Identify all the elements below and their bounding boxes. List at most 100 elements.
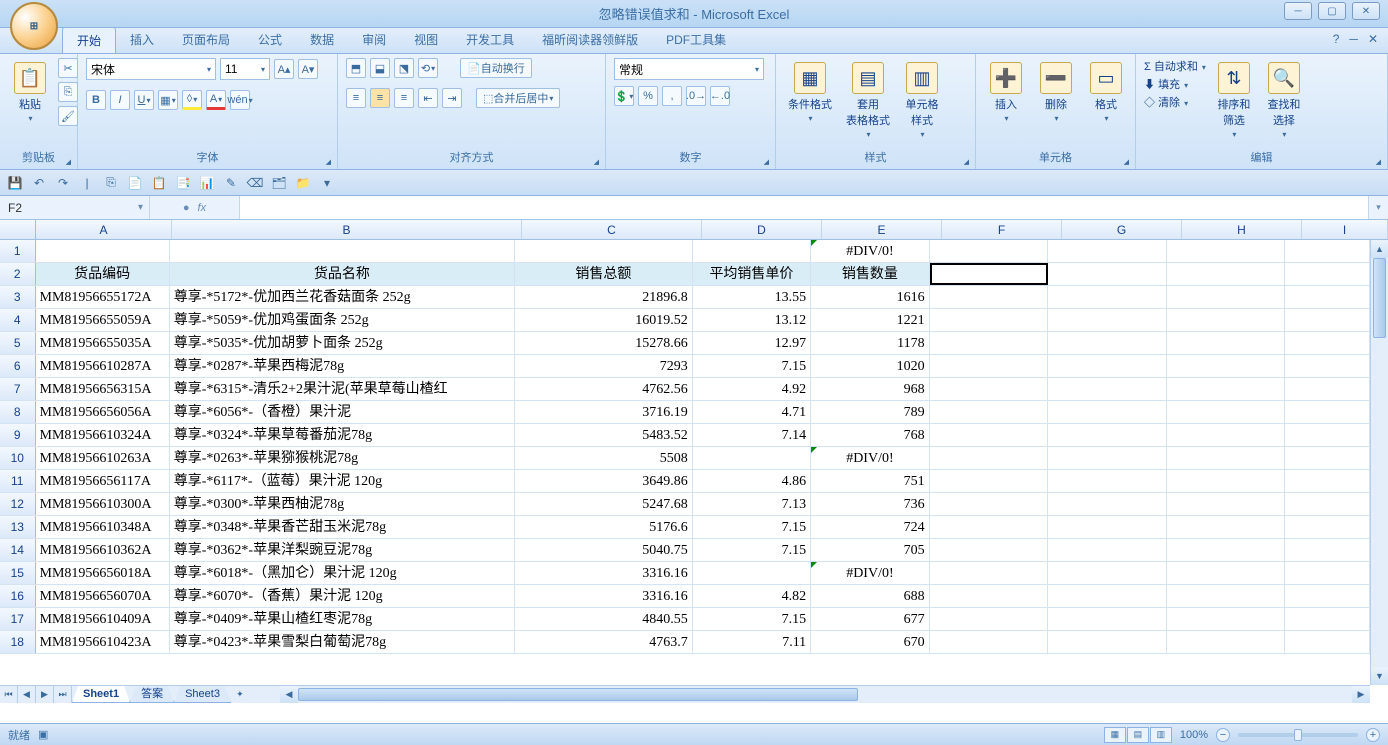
- cell-D5[interactable]: 12.97: [693, 332, 811, 354]
- row-header-12[interactable]: 12: [0, 493, 36, 515]
- cell-A2[interactable]: 货品编码: [36, 263, 170, 285]
- cell-E13[interactable]: 724: [811, 516, 929, 538]
- cell-G16[interactable]: [1048, 585, 1166, 607]
- close-button[interactable]: ✕: [1352, 2, 1380, 20]
- cell-F4[interactable]: [930, 309, 1048, 331]
- font-size-select[interactable]: 11▾: [220, 58, 270, 80]
- align-top-icon[interactable]: ⬒: [346, 58, 366, 78]
- cell-A5[interactable]: MM81956655035A: [36, 332, 170, 354]
- row-header-4[interactable]: 4: [0, 309, 36, 331]
- cell-I10[interactable]: [1285, 447, 1370, 469]
- cell-B12[interactable]: 尊享-*0300*-苹果西柚泥78g: [170, 493, 515, 515]
- cell-H13[interactable]: [1167, 516, 1285, 538]
- cell-C14[interactable]: 5040.75: [515, 539, 693, 561]
- cell-B18[interactable]: 尊享-*0423*-苹果雪梨白葡萄泥78g: [170, 631, 515, 653]
- cell-B13[interactable]: 尊享-*0348*-苹果香芒甜玉米泥78g: [170, 516, 515, 538]
- formula-expand-icon[interactable]: ▾: [1368, 196, 1388, 219]
- cell-F11[interactable]: [930, 470, 1048, 492]
- row-header-1[interactable]: 1: [0, 240, 36, 262]
- sheet-first-button[interactable]: ⏮: [0, 686, 18, 704]
- cell-H6[interactable]: [1167, 355, 1285, 377]
- cell-C10[interactable]: 5508: [515, 447, 693, 469]
- column-header-D[interactable]: D: [702, 220, 822, 239]
- cell-C7[interactable]: 4762.56: [515, 378, 693, 400]
- row-header-13[interactable]: 13: [0, 516, 36, 538]
- scroll-up-button[interactable]: ▲: [1371, 240, 1388, 258]
- cell-G15[interactable]: [1048, 562, 1166, 584]
- cell-G6[interactable]: [1048, 355, 1166, 377]
- cut-icon[interactable]: ✂: [58, 58, 78, 78]
- cell-C3[interactable]: 21896.8: [515, 286, 693, 308]
- merge-center-button[interactable]: ⬚ 合并后居中▾: [476, 88, 560, 108]
- phonetic-button[interactable]: wén▾: [230, 90, 250, 110]
- cell-H17[interactable]: [1167, 608, 1285, 630]
- cell-E2[interactable]: 销售数量: [811, 263, 929, 285]
- cell-E9[interactable]: 768: [811, 424, 929, 446]
- row-header-5[interactable]: 5: [0, 332, 36, 354]
- formula-input[interactable]: [240, 196, 1368, 219]
- cell-F1[interactable]: [930, 240, 1048, 262]
- cell-D1[interactable]: [693, 240, 811, 262]
- cell-D4[interactable]: 13.12: [693, 309, 811, 331]
- page-break-view-button[interactable]: ▥: [1150, 727, 1172, 743]
- cell-D6[interactable]: 7.15: [693, 355, 811, 377]
- decrease-font-icon[interactable]: A▾: [298, 59, 318, 79]
- cell-C5[interactable]: 15278.66: [515, 332, 693, 354]
- row-header-10[interactable]: 10: [0, 447, 36, 469]
- cell-F6[interactable]: [930, 355, 1048, 377]
- cell-A7[interactable]: MM81956656315A: [36, 378, 170, 400]
- fill-color-button[interactable]: ◊▾: [182, 90, 202, 110]
- font-name-select[interactable]: 宋体▾: [86, 58, 216, 80]
- find-select-button[interactable]: 🔍查找和 选择▾: [1262, 58, 1306, 143]
- cell-E1[interactable]: #DIV/0!: [811, 240, 929, 262]
- cell-H8[interactable]: [1167, 401, 1285, 423]
- cell-D17[interactable]: 7.15: [693, 608, 811, 630]
- row-header-9[interactable]: 9: [0, 424, 36, 446]
- cell-B9[interactable]: 尊享-*0324*-苹果草莓番茄泥78g: [170, 424, 515, 446]
- format-painter-icon[interactable]: 🖌: [58, 106, 78, 126]
- cell-D15[interactable]: [693, 562, 811, 584]
- cell-H7[interactable]: [1167, 378, 1285, 400]
- cell-E8[interactable]: 789: [811, 401, 929, 423]
- cell-F8[interactable]: [930, 401, 1048, 423]
- qat-icon-6[interactable]: ✎: [222, 174, 240, 192]
- cell-G11[interactable]: [1048, 470, 1166, 492]
- cell-I12[interactable]: [1285, 493, 1370, 515]
- tab-8[interactable]: 福昕阅读器领鲜版: [528, 27, 652, 53]
- format-table-button[interactable]: ▤套用 表格格式▾: [842, 58, 894, 143]
- cell-I15[interactable]: [1285, 562, 1370, 584]
- tab-3[interactable]: 公式: [244, 27, 296, 53]
- row-header-6[interactable]: 6: [0, 355, 36, 377]
- tab-5[interactable]: 审阅: [348, 27, 400, 53]
- cell-B16[interactable]: 尊享-*6070*-（香蕉）果汁泥 120g: [170, 585, 515, 607]
- cell-H9[interactable]: [1167, 424, 1285, 446]
- cell-B15[interactable]: 尊享-*6018*-（黑加仑）果汁泥 120g: [170, 562, 515, 584]
- cell-I2[interactable]: [1285, 263, 1370, 285]
- ribbon-minimize-icon[interactable]: ─: [1349, 32, 1358, 46]
- cell-A15[interactable]: MM81956656018A: [36, 562, 170, 584]
- cell-H15[interactable]: [1167, 562, 1285, 584]
- qat-icon-8[interactable]: 🗂: [270, 174, 288, 192]
- cell-B2[interactable]: 货品名称: [170, 263, 515, 285]
- normal-view-button[interactable]: ▦: [1104, 727, 1126, 743]
- cell-D14[interactable]: 7.15: [693, 539, 811, 561]
- conditional-format-button[interactable]: ▦条件格式▾: [784, 58, 836, 127]
- row-header-15[interactable]: 15: [0, 562, 36, 584]
- cell-H1[interactable]: [1167, 240, 1285, 262]
- autosum-button[interactable]: Σ 自动求和 ▾: [1144, 58, 1206, 74]
- column-header-I[interactable]: I: [1302, 220, 1388, 239]
- row-header-14[interactable]: 14: [0, 539, 36, 561]
- cell-G3[interactable]: [1048, 286, 1166, 308]
- paste-button[interactable]: 📋 粘贴▾: [8, 58, 52, 127]
- cell-A10[interactable]: MM81956610263A: [36, 447, 170, 469]
- cell-B10[interactable]: 尊享-*0263*-苹果猕猴桃泥78g: [170, 447, 515, 469]
- tab-7[interactable]: 开发工具: [452, 27, 528, 53]
- cell-C2[interactable]: 销售总额: [515, 263, 693, 285]
- row-header-16[interactable]: 16: [0, 585, 36, 607]
- cell-D3[interactable]: 13.55: [693, 286, 811, 308]
- align-right-icon[interactable]: ≡: [394, 88, 414, 108]
- increase-decimal-icon[interactable]: .0→: [686, 86, 706, 106]
- insert-cells-button[interactable]: ➕插入▾: [984, 58, 1028, 127]
- cell-I7[interactable]: [1285, 378, 1370, 400]
- cell-B14[interactable]: 尊享-*0362*-苹果洋梨豌豆泥78g: [170, 539, 515, 561]
